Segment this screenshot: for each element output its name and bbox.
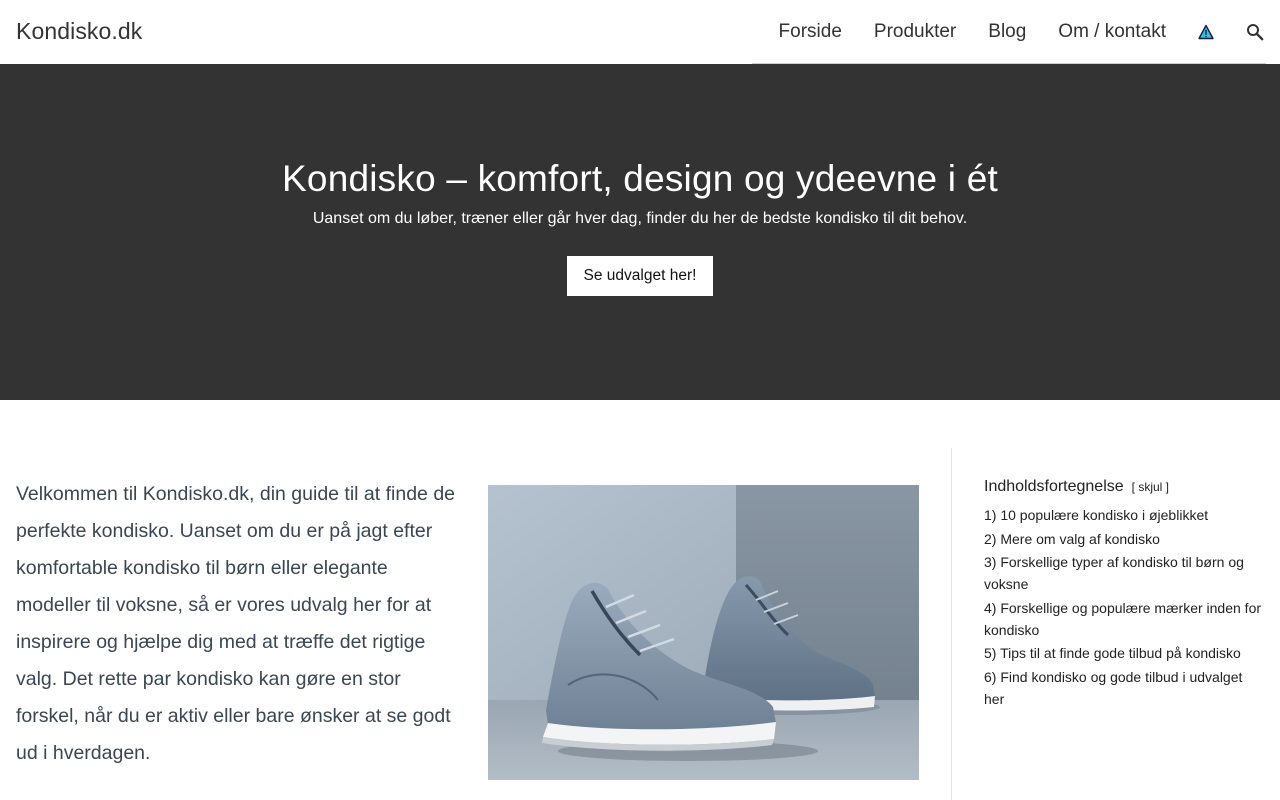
search-icon[interactable] xyxy=(1246,23,1264,41)
toc-item[interactable]: 1) 10 populære kondisko i øjeblikket xyxy=(984,504,1264,526)
toc-title: Indholdsfortegnelse xyxy=(984,478,1124,495)
toc-header: Indholdsfortegnelse [ skjul ] xyxy=(984,478,1264,496)
hero-subtitle: Uanset om du løber, træner eller går hve… xyxy=(312,210,968,227)
toc-item[interactable]: 4) Forskellige og populære mærker inden … xyxy=(984,597,1264,641)
toc-item[interactable]: 3) Forskellige typer af kondisko til bør… xyxy=(984,551,1264,595)
toc-hide-toggle[interactable]: [ skjul ] xyxy=(1132,480,1169,494)
toc-item[interactable]: 2) Mere om valg af kondisko xyxy=(984,528,1264,550)
intro-paragraph: Velkommen til Kondisko.dk, din guide til… xyxy=(16,483,456,764)
hero-section: Kondisko – komfort, design og ydeevne i … xyxy=(0,64,1280,400)
sidebar-divider xyxy=(951,448,952,800)
nav-item-produkter[interactable]: Produkter xyxy=(874,21,956,43)
hero-title: Kondisko – komfort, design og ydeevne i … xyxy=(282,158,998,199)
sneaker-product-image xyxy=(488,485,919,780)
toc-item[interactable]: 6) Find kondisko og gode tilbud i udvalg… xyxy=(984,666,1264,710)
nav-item-om-kontakt[interactable]: Om / kontakt xyxy=(1058,21,1166,43)
table-of-contents: Indholdsfortegnelse [ skjul ] 1) 10 popu… xyxy=(984,478,1264,711)
main-nav: Forside Produkter Blog Om / kontakt xyxy=(779,0,1280,64)
nav-item-forside[interactable]: Forside xyxy=(779,21,842,43)
warning-icon[interactable] xyxy=(1198,24,1214,40)
nav-item-blog[interactable]: Blog xyxy=(988,21,1026,43)
see-selection-button[interactable]: Se udvalget her! xyxy=(567,256,713,296)
site-title-link[interactable]: Kondisko.dk xyxy=(16,18,142,45)
toc-item[interactable]: 5) Tips til at finde gode tilbud på kond… xyxy=(984,642,1264,664)
toc-list: 1) 10 populære kondisko i øjeblikket 2) … xyxy=(984,504,1264,710)
site-header: Kondisko.dk Forside Produkter Blog Om / … xyxy=(0,0,1280,64)
